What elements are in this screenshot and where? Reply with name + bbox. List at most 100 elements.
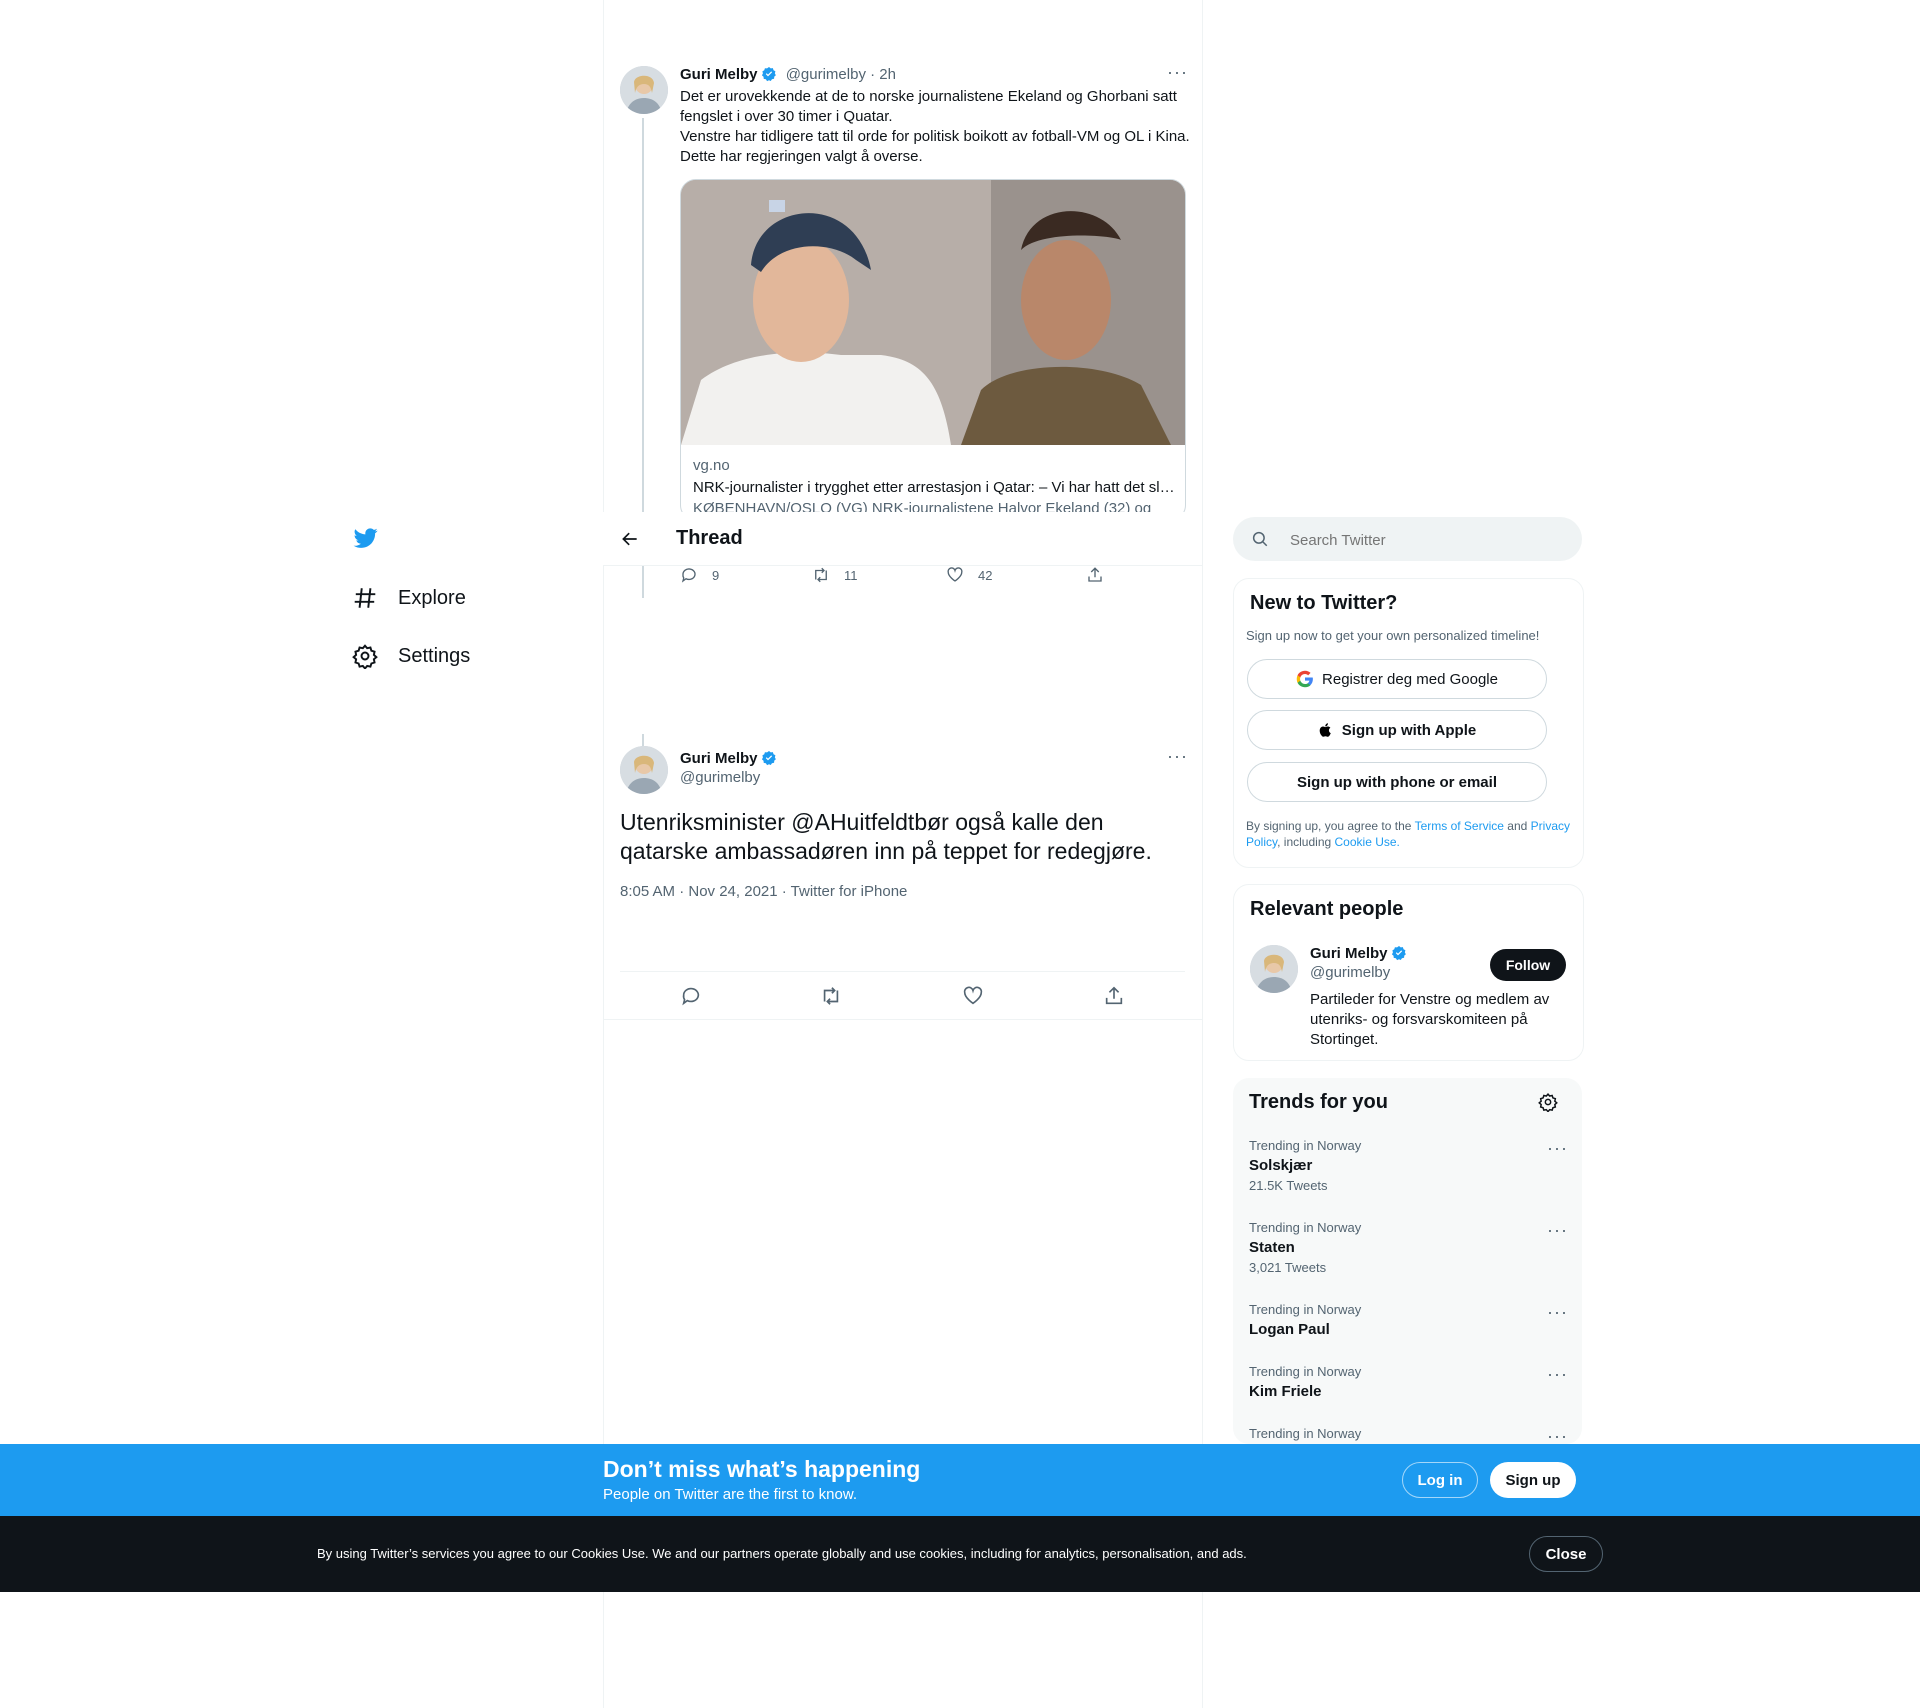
tweet-text-line-1: Det er urovekkende at de to norske journ… (680, 88, 1177, 125)
link-card-domain: vg.no (693, 457, 730, 474)
reply-button[interactable] (680, 985, 702, 1007)
reply-count: 9 (712, 567, 720, 583)
relevant-people-panel: Relevant people Guri Melby @gurimelby Fo… (1233, 884, 1584, 1061)
search-box[interactable] (1233, 517, 1582, 561)
more-icon[interactable]: ··· (1547, 1364, 1568, 1385)
author-handle[interactable]: @gurimelby (680, 769, 777, 786)
more-icon[interactable]: ··· (1167, 62, 1188, 83)
more-icon[interactable]: ··· (1167, 746, 1188, 767)
share-button[interactable] (1103, 985, 1125, 1007)
nav-explore[interactable]: Explore (352, 585, 466, 611)
page-title: Thread (676, 527, 743, 549)
trend-item[interactable]: Trending in Norway Logan Paul ··· (1249, 1302, 1569, 1338)
retweet-button[interactable]: 11 (812, 566, 858, 584)
more-icon[interactable]: ··· (1547, 1302, 1568, 1323)
panel-title: Relevant people (1250, 898, 1404, 920)
back-arrow-icon[interactable] (620, 529, 640, 549)
thread-line (642, 566, 644, 598)
retweet-icon (823, 987, 839, 1005)
gear-icon[interactable] (1538, 1092, 1558, 1112)
signup-banner: Don’t miss what’s happening People on Tw… (0, 1444, 1920, 1516)
tweet-time[interactable]: · 2h (870, 66, 896, 83)
parent-tweet[interactable]: Guri Melby @gurimelby · 2h ··· Det er ur… (603, 0, 1202, 512)
share-icon (1105, 986, 1123, 1005)
avatar[interactable] (620, 66, 668, 114)
verified-badge-icon (761, 751, 776, 766)
login-button[interactable]: Log in (1402, 1462, 1478, 1498)
apple-signup-button[interactable]: Sign up with Apple (1247, 710, 1547, 750)
tweet-text-line-2: Venstre har tidligere tatt til orde for … (680, 128, 1190, 165)
legal-text-2: and (1507, 819, 1528, 833)
like-button[interactable]: 42 (946, 566, 992, 584)
legal-text-1: By signing up, you agree to the (1246, 819, 1412, 833)
parent-tweet-text: Det er urovekkende at de to norske journ… (680, 87, 1190, 167)
author-name[interactable]: Guri Melby (680, 750, 758, 767)
gear-icon (352, 644, 378, 669)
like-button[interactable] (962, 985, 984, 1007)
thread-header: Thread (603, 512, 1202, 566)
more-icon[interactable]: ··· (1547, 1138, 1568, 1159)
like-count: 42 (978, 567, 993, 583)
close-button[interactable]: Close (1529, 1536, 1603, 1572)
cookie-use-link[interactable]: Cookie Use. (1335, 835, 1400, 849)
search-input[interactable] (1288, 525, 1572, 555)
phone-email-signup-button[interactable]: Sign up with phone or email (1247, 762, 1547, 802)
trend-name: Logan Paul (1249, 1321, 1330, 1338)
trend-name: Staten (1249, 1239, 1295, 1256)
link-card-title: NRK-journalister i trygghet etter arrest… (693, 479, 1173, 496)
trend-item[interactable]: Trending in Norway Staten 3,021 Tweets ·… (1249, 1220, 1569, 1275)
search-icon (1252, 531, 1268, 547)
relevant-person-info: Guri Melby @gurimelby (1310, 945, 1407, 981)
trend-context: Trending in Norway (1249, 1302, 1362, 1317)
parent-tweet-header: Guri Melby @gurimelby · 2h (680, 66, 896, 83)
twitter-logo-icon[interactable] (352, 526, 380, 555)
avatar[interactable] (1250, 945, 1298, 993)
heart-icon (963, 986, 983, 1005)
nav-explore-label: Explore (398, 586, 466, 609)
signup-banner-title: Don’t miss what’s happening (603, 1456, 921, 1482)
google-logo-icon (1296, 670, 1313, 688)
terms-link[interactable]: Terms of Service (1415, 819, 1504, 833)
avatar[interactable] (620, 746, 668, 794)
cookie-banner: By using Twitter’s services you agree to… (0, 1516, 1920, 1592)
trend-context: Trending in Norway (1249, 1364, 1362, 1379)
trend-count: 21.5K Tweets (1249, 1178, 1328, 1193)
cookie-banner-text: By using Twitter’s services you agree to… (317, 1546, 1247, 1561)
retweet-count: 11 (844, 567, 858, 583)
thread-line (642, 118, 644, 512)
google-signup-label: Registrer deg med Google (1322, 670, 1498, 688)
nav-settings[interactable]: Settings (352, 643, 470, 669)
main-tweet-meta[interactable]: 8:05 AM · Nov 24, 2021 · Twitter for iPh… (620, 883, 907, 900)
reply-button[interactable]: 9 (680, 566, 719, 584)
share-button[interactable] (1086, 566, 1104, 584)
reply-icon (681, 568, 696, 583)
signup-button[interactable]: Sign up (1490, 1462, 1576, 1498)
verified-badge-icon (761, 67, 776, 82)
panel-title: Trends for you (1249, 1091, 1388, 1113)
trend-item[interactable]: Trending in Norway ··· (1249, 1426, 1569, 1446)
retweet-button[interactable] (820, 985, 842, 1007)
trend-name: Kim Friele (1249, 1383, 1322, 1400)
reply-icon (682, 987, 700, 1006)
main-tweet-author: Guri Melby @gurimelby (680, 750, 777, 786)
nav-settings-label: Settings (398, 644, 471, 667)
trend-context: Trending in Norway (1249, 1426, 1362, 1441)
link-card[interactable]: vg.no NRK-journalister i trygghet etter … (680, 179, 1186, 512)
author-name[interactable]: Guri Melby (680, 66, 758, 83)
trend-count: 3,021 Tweets (1249, 1260, 1327, 1275)
trends-panel: Trends for you Trending in Norway Solskj… (1233, 1078, 1582, 1446)
trend-item[interactable]: Trending in Norway Kim Friele ··· (1249, 1364, 1569, 1400)
share-icon (1088, 567, 1102, 582)
google-signup-button[interactable]: Registrer deg med Google (1247, 659, 1547, 699)
trend-item[interactable]: Trending in Norway Solskjær 21.5K Tweets… (1249, 1138, 1569, 1193)
heart-icon (947, 567, 963, 582)
new-to-twitter-panel: New to Twitter? Sign up now to get your … (1233, 578, 1584, 868)
follow-button[interactable]: Follow (1490, 949, 1566, 981)
more-icon[interactable]: ··· (1547, 1220, 1568, 1241)
relevant-person-name[interactable]: Guri Melby (1310, 945, 1388, 962)
author-handle[interactable]: @gurimelby (786, 66, 866, 83)
signup-banner-subtitle: People on Twitter are the first to know. (603, 1486, 858, 1503)
panel-title: New to Twitter? (1250, 592, 1398, 614)
link-card-image (681, 180, 1185, 445)
relevant-person-handle[interactable]: @gurimelby (1310, 964, 1407, 981)
